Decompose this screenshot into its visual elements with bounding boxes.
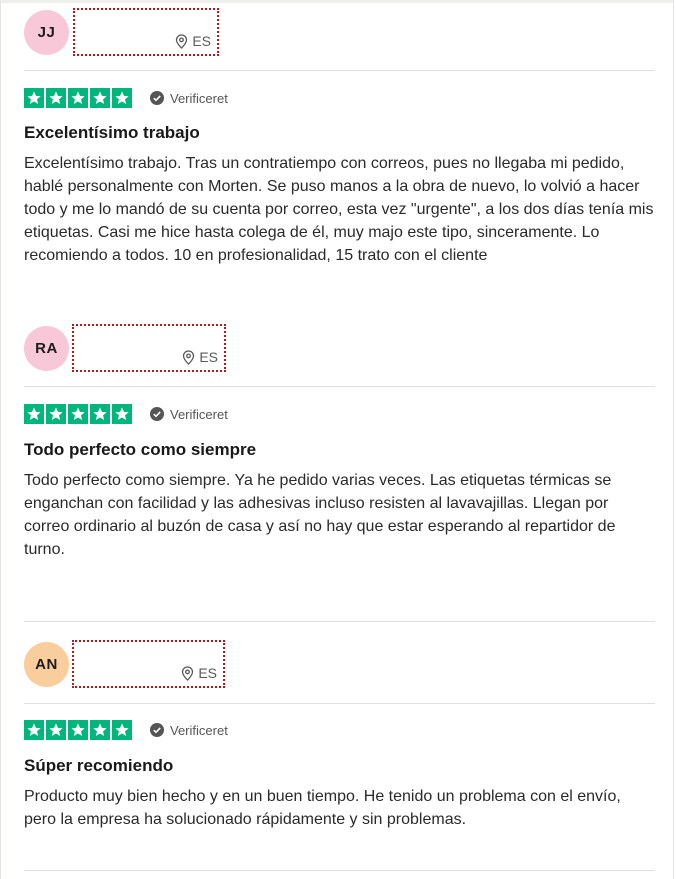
star-icon: [112, 720, 132, 740]
verified-label: Verificeret: [170, 722, 228, 738]
star-icon: [46, 88, 66, 108]
avatar[interactable]: AN: [24, 642, 69, 687]
divider: [24, 703, 655, 704]
rating-row: Verificeret: [24, 720, 228, 740]
star-rating: [24, 404, 132, 424]
star-icon: [24, 720, 44, 740]
review-text: Producto muy bien hecho y en un buen tie…: [24, 788, 621, 828]
divider: [24, 870, 655, 871]
review-text: Todo perfecto como siempre. Ya he pedido…: [24, 472, 616, 558]
verified-label: Verificeret: [170, 406, 228, 422]
check-circle-icon: [150, 723, 164, 737]
review-title[interactable]: Excelentísimo trabajo: [24, 123, 200, 143]
verified-badge[interactable]: Verificeret: [150, 723, 228, 738]
review-title[interactable]: Súper recomiendo: [24, 756, 173, 776]
rating-row: Verificeret: [24, 404, 228, 424]
star-icon: [112, 404, 132, 424]
check-circle-icon: [150, 91, 164, 105]
reviewer-location: ES: [175, 33, 211, 49]
country-code: ES: [192, 33, 211, 49]
verified-label: Verificeret: [170, 90, 228, 106]
review-title[interactable]: Todo perfecto como siempre: [24, 440, 256, 460]
star-icon: [68, 88, 88, 108]
star-icon: [112, 88, 132, 108]
divider: [24, 621, 655, 622]
country-code: ES: [198, 665, 217, 681]
reviewer-info[interactable]: ES: [72, 324, 226, 372]
country-code: ES: [199, 349, 218, 365]
star-rating: [24, 88, 132, 108]
check-circle-icon: [150, 407, 164, 421]
avatar[interactable]: JJ: [24, 10, 69, 55]
verified-badge[interactable]: Verificeret: [150, 407, 228, 422]
divider: [24, 386, 655, 387]
star-rating: [24, 720, 132, 740]
rating-row: Verificeret: [24, 88, 228, 108]
star-icon: [24, 88, 44, 108]
location-pin-icon: [182, 349, 195, 365]
star-icon: [46, 404, 66, 424]
review-header: AN ES: [24, 640, 654, 690]
reviewer-info[interactable]: ES: [73, 8, 219, 56]
reviewer-info[interactable]: ES: [72, 640, 225, 688]
star-icon: [90, 404, 110, 424]
star-icon: [68, 720, 88, 740]
star-icon: [90, 88, 110, 108]
star-icon: [24, 404, 44, 424]
star-icon: [68, 404, 88, 424]
reviewer-location: ES: [182, 349, 218, 365]
review-header: JJ ES: [24, 8, 654, 58]
verified-badge[interactable]: Verificeret: [150, 91, 228, 106]
reviewer-location: ES: [181, 665, 217, 681]
location-pin-icon: [175, 33, 188, 49]
avatar[interactable]: RA: [24, 326, 69, 371]
review-header: RA ES: [24, 324, 654, 374]
location-pin-icon: [181, 665, 194, 681]
star-icon: [46, 720, 66, 740]
divider: [24, 70, 655, 71]
review-text: Excelentísimo trabajo. Tras un contratie…: [24, 155, 654, 264]
star-icon: [90, 720, 110, 740]
